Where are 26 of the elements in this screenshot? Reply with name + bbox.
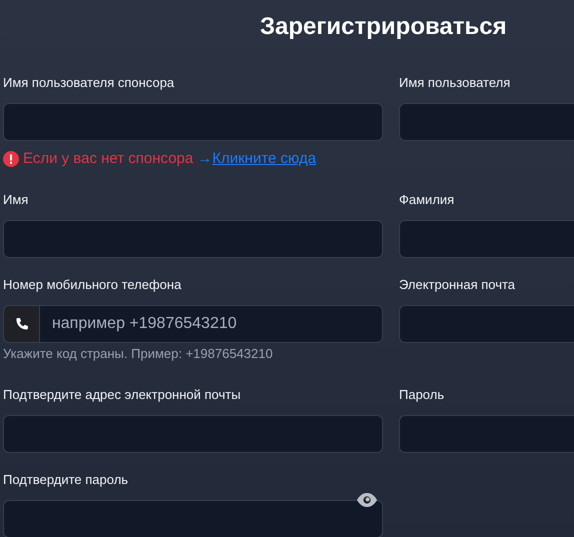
phone-icon xyxy=(3,305,40,343)
input-field[interactable] xyxy=(399,220,574,258)
input-field[interactable] xyxy=(399,103,574,141)
arrow-icon: → xyxy=(197,149,212,169)
field-label: Номер мобильного телефона xyxy=(3,276,182,294)
input-field[interactable] xyxy=(3,414,383,452)
warning-icon xyxy=(3,151,19,167)
input-field[interactable]: например +19876543210 xyxy=(40,305,383,343)
input-field[interactable] xyxy=(3,500,383,537)
page-title: Зарегистрироваться xyxy=(260,12,508,42)
field-label: Подтвердите адрес электронной почты xyxy=(3,386,241,404)
click-here-link[interactable]: Кликните сюда xyxy=(212,149,316,169)
input-field[interactable] xyxy=(3,220,383,258)
field-label: Имя пользователя xyxy=(399,74,510,92)
field-label: Имя пользователя спонсора xyxy=(3,74,174,92)
eye-icon[interactable] xyxy=(357,492,377,506)
field-label: Подтвердите пароль xyxy=(3,470,128,489)
field-label: Фамилия xyxy=(399,191,454,209)
warning-text: Если у вас нет спонсора xyxy=(23,149,194,169)
field-label: Имя xyxy=(3,191,28,209)
field-label: Пароль xyxy=(399,386,444,404)
help-text: Укажите код страны. Пример: +19876543210 xyxy=(3,346,273,362)
input-field[interactable] xyxy=(399,305,574,343)
input-field[interactable] xyxy=(399,414,574,452)
field-label: Электронная почта xyxy=(399,276,516,294)
input-field[interactable] xyxy=(3,103,383,141)
